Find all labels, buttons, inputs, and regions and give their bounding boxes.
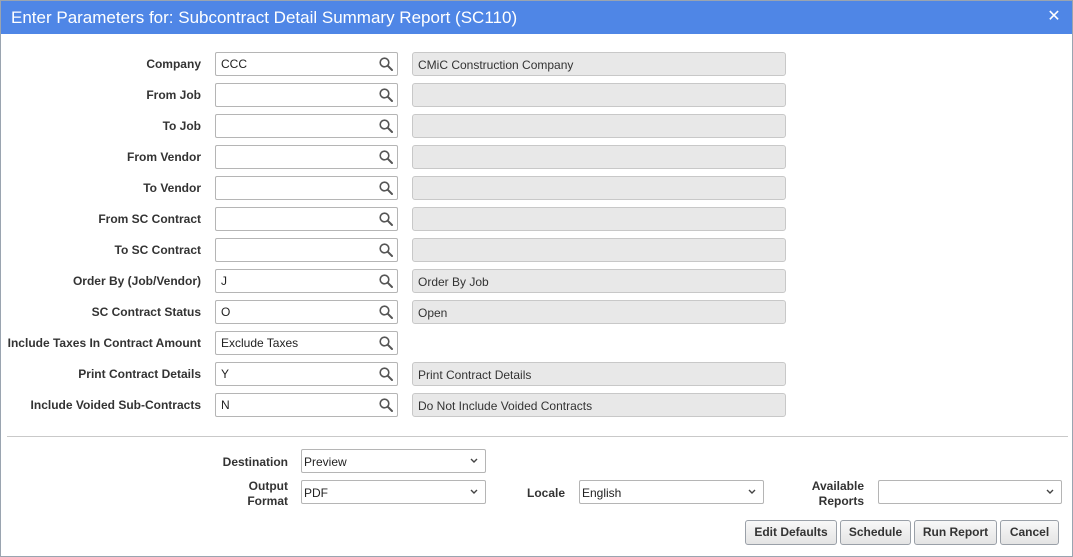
chevron-down-icon [748, 489, 756, 494]
run-report-button[interactable]: Run Report [914, 520, 997, 545]
param-label: From Vendor [126, 150, 201, 164]
param-row: From SC Contract [1, 207, 801, 231]
param-input-container [215, 83, 398, 107]
param-description: Do Not Include Voided Contracts [412, 393, 786, 417]
destination-label: Destination [222, 455, 288, 469]
param-input[interactable] [216, 394, 376, 416]
close-icon[interactable]: ✕ [1046, 9, 1062, 25]
destination-select[interactable]: Preview [301, 449, 486, 473]
output-format-label-line2: Format [247, 494, 288, 508]
param-row: Include Taxes In Contract Amount [1, 331, 801, 355]
param-description: CMiC Construction Company [412, 52, 786, 76]
param-input-container [215, 300, 398, 324]
param-input[interactable] [216, 270, 376, 292]
param-input-container [215, 269, 398, 293]
param-label: Include Voided Sub-Contracts [30, 398, 201, 412]
magnifier-icon[interactable] [378, 304, 394, 320]
report-parameters-dialog: Enter Parameters for: Subcontract Detail… [0, 0, 1073, 557]
dialog-title: Enter Parameters for: Subcontract Detail… [11, 8, 518, 27]
destination-value: Preview [304, 455, 347, 469]
param-input[interactable] [216, 115, 376, 137]
locale-select[interactable]: English [579, 480, 764, 504]
magnifier-icon[interactable] [378, 211, 394, 227]
edit-defaults-button[interactable]: Edit Defaults [745, 520, 837, 545]
param-input[interactable] [216, 53, 376, 75]
param-input-container [215, 145, 398, 169]
param-description: Print Contract Details [412, 362, 786, 386]
output-format-select[interactable]: PDF [301, 480, 486, 504]
magnifier-icon[interactable] [378, 242, 394, 258]
param-row: Company CMiC Construction Company [1, 52, 801, 76]
chevron-down-icon [470, 458, 478, 463]
output-format-label: Output Format [201, 479, 288, 509]
param-row: Order By (Job/Vendor) Order By Job [1, 269, 801, 293]
param-description [412, 238, 786, 262]
param-description [412, 83, 786, 107]
param-input[interactable] [216, 301, 376, 323]
param-label: From SC Contract [98, 212, 201, 226]
param-row: Include Voided Sub-Contracts Do Not Inclu… [1, 393, 801, 417]
magnifier-icon[interactable] [378, 180, 394, 196]
param-input-container [215, 176, 398, 200]
magnifier-icon[interactable] [378, 149, 394, 165]
param-input-container [215, 52, 398, 76]
param-description [412, 176, 786, 200]
magnifier-icon[interactable] [378, 56, 394, 72]
cancel-button[interactable]: Cancel [1000, 520, 1059, 545]
param-input[interactable] [216, 239, 376, 261]
param-input-container [215, 114, 398, 138]
magnifier-icon[interactable] [378, 366, 394, 382]
param-input-container [215, 207, 398, 231]
param-input[interactable] [216, 363, 376, 385]
available-reports-label-line2: Reports [818, 494, 864, 508]
param-row: To Job [1, 114, 801, 138]
chevron-down-icon [470, 489, 478, 494]
param-input-container [215, 393, 398, 417]
param-label: To Vendor [143, 181, 201, 195]
param-label: Company [146, 57, 201, 71]
param-input[interactable] [216, 146, 376, 168]
param-input[interactable] [216, 177, 376, 199]
param-row: From Job [1, 83, 801, 107]
param-description [412, 207, 786, 231]
magnifier-icon[interactable] [378, 118, 394, 134]
schedule-button[interactable]: Schedule [840, 520, 911, 545]
param-label: Include Taxes In Contract Amount [7, 336, 201, 350]
locale-label: Locale [526, 486, 565, 500]
param-row: To SC Contract [1, 238, 801, 262]
param-label: From Job [146, 88, 201, 102]
param-row: SC Contract Status Open [1, 300, 801, 324]
param-label: Print Contract Details [78, 367, 201, 381]
chevron-down-icon [1046, 489, 1054, 494]
param-description [412, 145, 786, 169]
param-input[interactable] [216, 332, 376, 354]
magnifier-icon[interactable] [378, 335, 394, 351]
output-format-value: PDF [304, 486, 328, 500]
param-input-container [215, 362, 398, 386]
magnifier-icon[interactable] [378, 397, 394, 413]
param-description: Open [412, 300, 786, 324]
param-input[interactable] [216, 84, 376, 106]
param-input-container [215, 238, 398, 262]
dialog-titlebar: Enter Parameters for: Subcontract Detail… [1, 1, 1072, 34]
section-divider [7, 436, 1068, 437]
available-reports-label: Available Reports [781, 479, 864, 509]
param-row: To Vendor [1, 176, 801, 200]
magnifier-icon[interactable] [378, 87, 394, 103]
param-label: To Job [162, 119, 201, 133]
param-description: Order By Job [412, 269, 786, 293]
magnifier-icon[interactable] [378, 273, 394, 289]
available-reports-label-line1: Available [811, 479, 864, 493]
available-reports-select[interactable] [878, 480, 1062, 504]
param-description [412, 114, 786, 138]
locale-value: English [582, 486, 622, 500]
param-row: Print Contract Details Print Contract Det… [1, 362, 801, 386]
param-row: From Vendor [1, 145, 801, 169]
param-label: SC Contract Status [91, 305, 201, 319]
param-label: Order By (Job/Vendor) [72, 274, 201, 288]
output-format-label-line1: Output [248, 479, 288, 493]
param-label: To SC Contract [114, 243, 201, 257]
param-input[interactable] [216, 208, 376, 230]
param-input-container [215, 331, 398, 355]
